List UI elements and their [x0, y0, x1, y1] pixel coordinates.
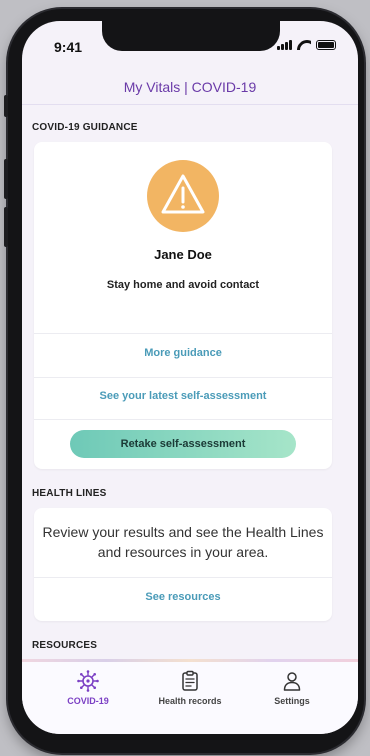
tab-covid19[interactable]: COVID-19 [38, 670, 138, 706]
volume-up-button [4, 159, 8, 199]
guidance-instruction: Stay home and avoid contact [106, 279, 260, 291]
divider [34, 333, 332, 334]
volume-down-button [4, 207, 8, 247]
app-screen: 9:41 My Vitals | COVID-19 COVID-19 GUIDA… [22, 21, 358, 734]
status-icons [277, 40, 336, 50]
tab-settings[interactable]: Settings [242, 670, 342, 706]
warning-badge [147, 160, 219, 232]
divider [34, 377, 332, 378]
person-icon [283, 672, 301, 691]
divider [34, 419, 332, 420]
latest-assessment-link[interactable]: See your latest self-assessment [34, 390, 332, 402]
notch [102, 21, 280, 51]
divider [34, 577, 332, 578]
wifi-icon [297, 40, 311, 50]
patient-name: Jane Doe [154, 247, 212, 262]
tab-label: Health records [158, 696, 222, 706]
see-resources-link[interactable]: See resources [34, 591, 332, 603]
tab-bar: COVID-19 Health records Settings [22, 662, 358, 734]
retake-assessment-button[interactable]: Retake self-assessment [70, 430, 296, 458]
virus-icon [77, 670, 99, 692]
tab-label: Settings [274, 696, 310, 706]
health-lines-description: Review your results and see the Health L… [42, 524, 324, 560]
guidance-heading: COVID-19 GUIDANCE [32, 122, 138, 133]
resources-heading: RESOURCES [32, 640, 98, 651]
mute-switch [4, 95, 8, 117]
guidance-card: Jane Doe Stay home and avoid contact Mor… [34, 142, 332, 469]
warning-icon [161, 174, 205, 214]
more-guidance-link[interactable]: More guidance [34, 347, 332, 359]
header-divider [22, 104, 358, 105]
health-lines-card: Review your results and see the Health L… [34, 508, 332, 621]
status-time: 9:41 [54, 39, 83, 55]
tab-health-records[interactable]: Health records [140, 670, 240, 706]
tab-label: COVID-19 [67, 696, 109, 706]
battery-icon [316, 40, 336, 50]
clipboard-icon [182, 670, 198, 691]
signal-icon [277, 40, 292, 50]
page-title: My Vitals | COVID-19 [123, 79, 257, 95]
health-lines-heading: HEALTH LINES [32, 488, 107, 499]
